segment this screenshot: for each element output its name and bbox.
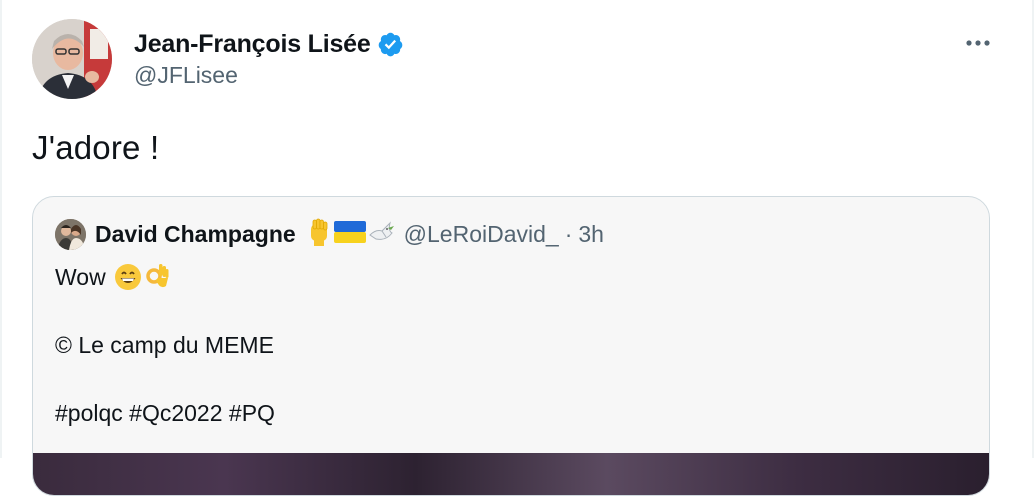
quoted-author-avatar[interactable] [55, 218, 86, 250]
quoted-separator: · [564, 220, 573, 247]
raised-fist-icon [304, 217, 334, 252]
quoted-avatar-icon [55, 218, 86, 250]
ukraine-flag-icon [333, 220, 366, 249]
ok-hand-icon [144, 262, 172, 292]
author-avatar[interactable] [32, 19, 112, 99]
author-name-row[interactable]: Jean-François Lisée [134, 27, 404, 61]
quoted-tweet-card[interactable]: David Champagne @LeRoiDavid_ · 3h Wow © … [32, 196, 990, 496]
dove-icon [366, 217, 396, 252]
verified-badge-icon [377, 31, 404, 58]
quoted-text-wow: Wow [55, 263, 106, 290]
quoted-author-handle[interactable]: @LeRoiDavid_ [404, 221, 559, 248]
quoted-timestamp[interactable]: 3h [578, 221, 604, 248]
portrait-avatar-icon [32, 19, 112, 99]
quoted-line-1: Wow [55, 260, 172, 294]
quoted-author-name[interactable]: David Champagne [95, 221, 296, 248]
author-name[interactable]: Jean-François Lisée [134, 30, 371, 59]
more-options-button[interactable] [958, 30, 998, 56]
quoted-name-emojis [304, 217, 396, 252]
more-dots-icon [966, 40, 990, 46]
tweet-text: J'adore ! [32, 129, 160, 166]
quoted-line-2: © Le camp du MEME [55, 331, 274, 358]
frame-left-border [0, 0, 2, 458]
quoted-tweet-header: David Champagne @LeRoiDavid_ · 3h [55, 217, 604, 251]
quoted-media-preview[interactable] [33, 453, 989, 495]
author-handle[interactable]: @JFLisee [134, 62, 238, 89]
quoted-line-3: #polqc #Qc2022 #PQ [55, 399, 275, 426]
grinning-face-icon [114, 263, 142, 291]
